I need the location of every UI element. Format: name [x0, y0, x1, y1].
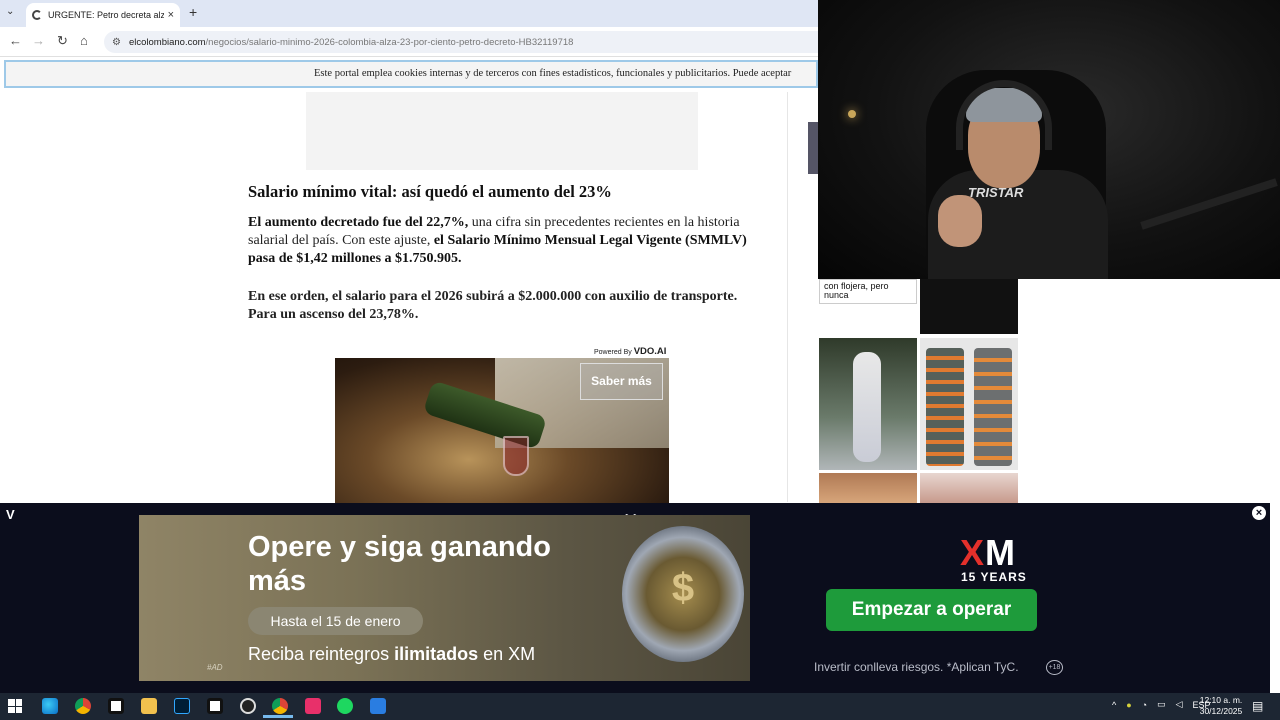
reload-button[interactable]: ↻	[57, 33, 68, 49]
forward-button[interactable]: →	[32, 33, 45, 48]
learn-more-button[interactable]: Saber más	[580, 363, 663, 400]
photoshop-icon[interactable]	[174, 698, 190, 714]
tab-search-button[interactable]: ⌄	[6, 6, 14, 17]
tray-app-icon[interactable]: ●	[1126, 700, 1131, 710]
risk-disclaimer: Invertir conlleva riesgos. *Aplican TyC.	[814, 660, 1019, 674]
display-icon[interactable]: ▭	[1157, 699, 1166, 710]
webcam-person-hand	[938, 195, 982, 247]
clock[interactable]: 12:10 a. m. 30/12/2025	[1196, 695, 1246, 717]
taskbar	[0, 693, 1280, 720]
webcam-lamp	[848, 110, 856, 118]
thumb-mat	[974, 348, 1012, 466]
start-trading-button[interactable]: Empezar a operar	[826, 589, 1037, 631]
video-player[interactable]: Saber más	[335, 358, 669, 503]
address-bar[interactable]: ⚙ elcolombiano.com/negocios/salario-mini…	[104, 31, 818, 53]
obs-icon[interactable]	[240, 698, 256, 714]
volume-icon[interactable]: ◁	[1176, 699, 1183, 710]
app-icon[interactable]	[370, 698, 386, 714]
ad-subline-bold: ilimitados	[394, 644, 479, 664]
article-paragraph: El aumento decretado fue del 22,7%, una …	[248, 214, 758, 268]
active-tab[interactable]: URGENTE: Petro decreta alza de ×	[26, 3, 180, 27]
tab-title: URGENTE: Petro decreta alza de	[48, 10, 164, 20]
sidebar-ad-thumb[interactable]	[819, 338, 917, 470]
logo-m: M	[985, 532, 1017, 573]
webcam-overlay: TRISTAR	[818, 0, 1280, 279]
clock-date: 30/12/2025	[1199, 706, 1243, 716]
shirt-print: TRISTAR	[968, 185, 1024, 200]
close-ad-button[interactable]: ×	[1252, 506, 1266, 520]
article-paragraph: En ese orden, el salario para el 2026 su…	[248, 289, 738, 322]
thumb-mat	[926, 348, 964, 466]
home-button[interactable]: ⌂	[80, 33, 88, 48]
age-badge: +18	[1046, 660, 1063, 675]
powered-prefix: Powered By	[594, 349, 634, 356]
sidebar-fragment	[808, 122, 818, 174]
sidebar-ad-thumb[interactable]	[920, 338, 1018, 470]
url-domain: elcolombiano.com	[128, 36, 206, 48]
spotify-icon[interactable]	[337, 698, 353, 714]
logo-x: X	[960, 532, 986, 573]
ad-network-logo: V	[6, 507, 15, 522]
edge-icon[interactable]	[42, 698, 58, 714]
loading-favicon-icon	[32, 10, 42, 20]
paragraph-bold: El aumento decretado fue del 22,7%,	[248, 215, 469, 230]
back-button[interactable]: ←	[9, 33, 22, 48]
xm-logo: XM	[960, 532, 1016, 574]
new-tab-button[interactable]: +	[189, 4, 197, 20]
chrome-active-icon[interactable]	[272, 698, 288, 714]
ad-headline: Opere y siga ganando más	[248, 531, 551, 597]
video-powered-by: Powered By VDO.AI	[594, 346, 666, 357]
ad-subline-post: en XM	[478, 644, 536, 664]
capcut-icon[interactable]	[108, 698, 124, 714]
ad-date-pill: Hasta el 15 de enero	[248, 607, 423, 635]
sidebar-ad-thumb[interactable]	[819, 473, 917, 503]
coin-graphic-icon: $	[622, 526, 744, 662]
ad-subline: Reciba reintegros ilimitados en XM	[248, 644, 535, 665]
thumb-caption: con flojera, pero nunca	[824, 281, 889, 300]
tray-overflow-icon[interactable]: ^	[1112, 700, 1116, 710]
file-explorer-icon[interactable]	[141, 698, 157, 714]
section-heading: Salario mínimo vital: así quedó el aumen…	[248, 182, 612, 201]
active-app-indicator	[263, 715, 293, 718]
tiktok-icon[interactable]	[305, 698, 321, 714]
thumb-figure	[853, 352, 881, 462]
video-scene-glass	[503, 436, 529, 476]
notification-center-icon[interactable]: ▤	[1252, 699, 1263, 713]
coin-symbol: $	[671, 566, 695, 610]
vdo-brand: VDO.AI	[633, 346, 667, 357]
xm-anniversary: 15 YEARS	[961, 570, 1027, 584]
clock-time: 12:10 a. m.	[1199, 695, 1243, 705]
windows-start-icon[interactable]	[8, 699, 22, 713]
column-divider	[787, 92, 788, 502]
ad-subline-pre: Reciba reintegros	[248, 644, 395, 664]
sidebar-ad-thumb[interactable]: con flojera, pero nunca	[819, 279, 917, 304]
capcut-alt-icon[interactable]	[207, 698, 223, 714]
url-path: /negocios/salario-minimo-2026-colombia-a…	[205, 36, 574, 48]
sidebar-ad-thumb[interactable]	[920, 473, 1018, 503]
chrome-icon[interactable]	[75, 698, 91, 714]
site-settings-icon[interactable]: ⚙	[112, 37, 121, 48]
cookie-text: Este portal emplea cookies internas y de…	[314, 68, 792, 79]
network-icon[interactable]: ◔	[1142, 700, 1147, 710]
microphone-arm	[1140, 178, 1278, 230]
ad-tag: #AD	[207, 663, 223, 672]
sidebar-ad-thumb[interactable]	[920, 279, 1018, 334]
tab-close-icon[interactable]: ×	[168, 9, 174, 21]
ad-placeholder	[306, 92, 698, 170]
cookie-banner: Este portal emplea cookies internas y de…	[4, 60, 818, 88]
